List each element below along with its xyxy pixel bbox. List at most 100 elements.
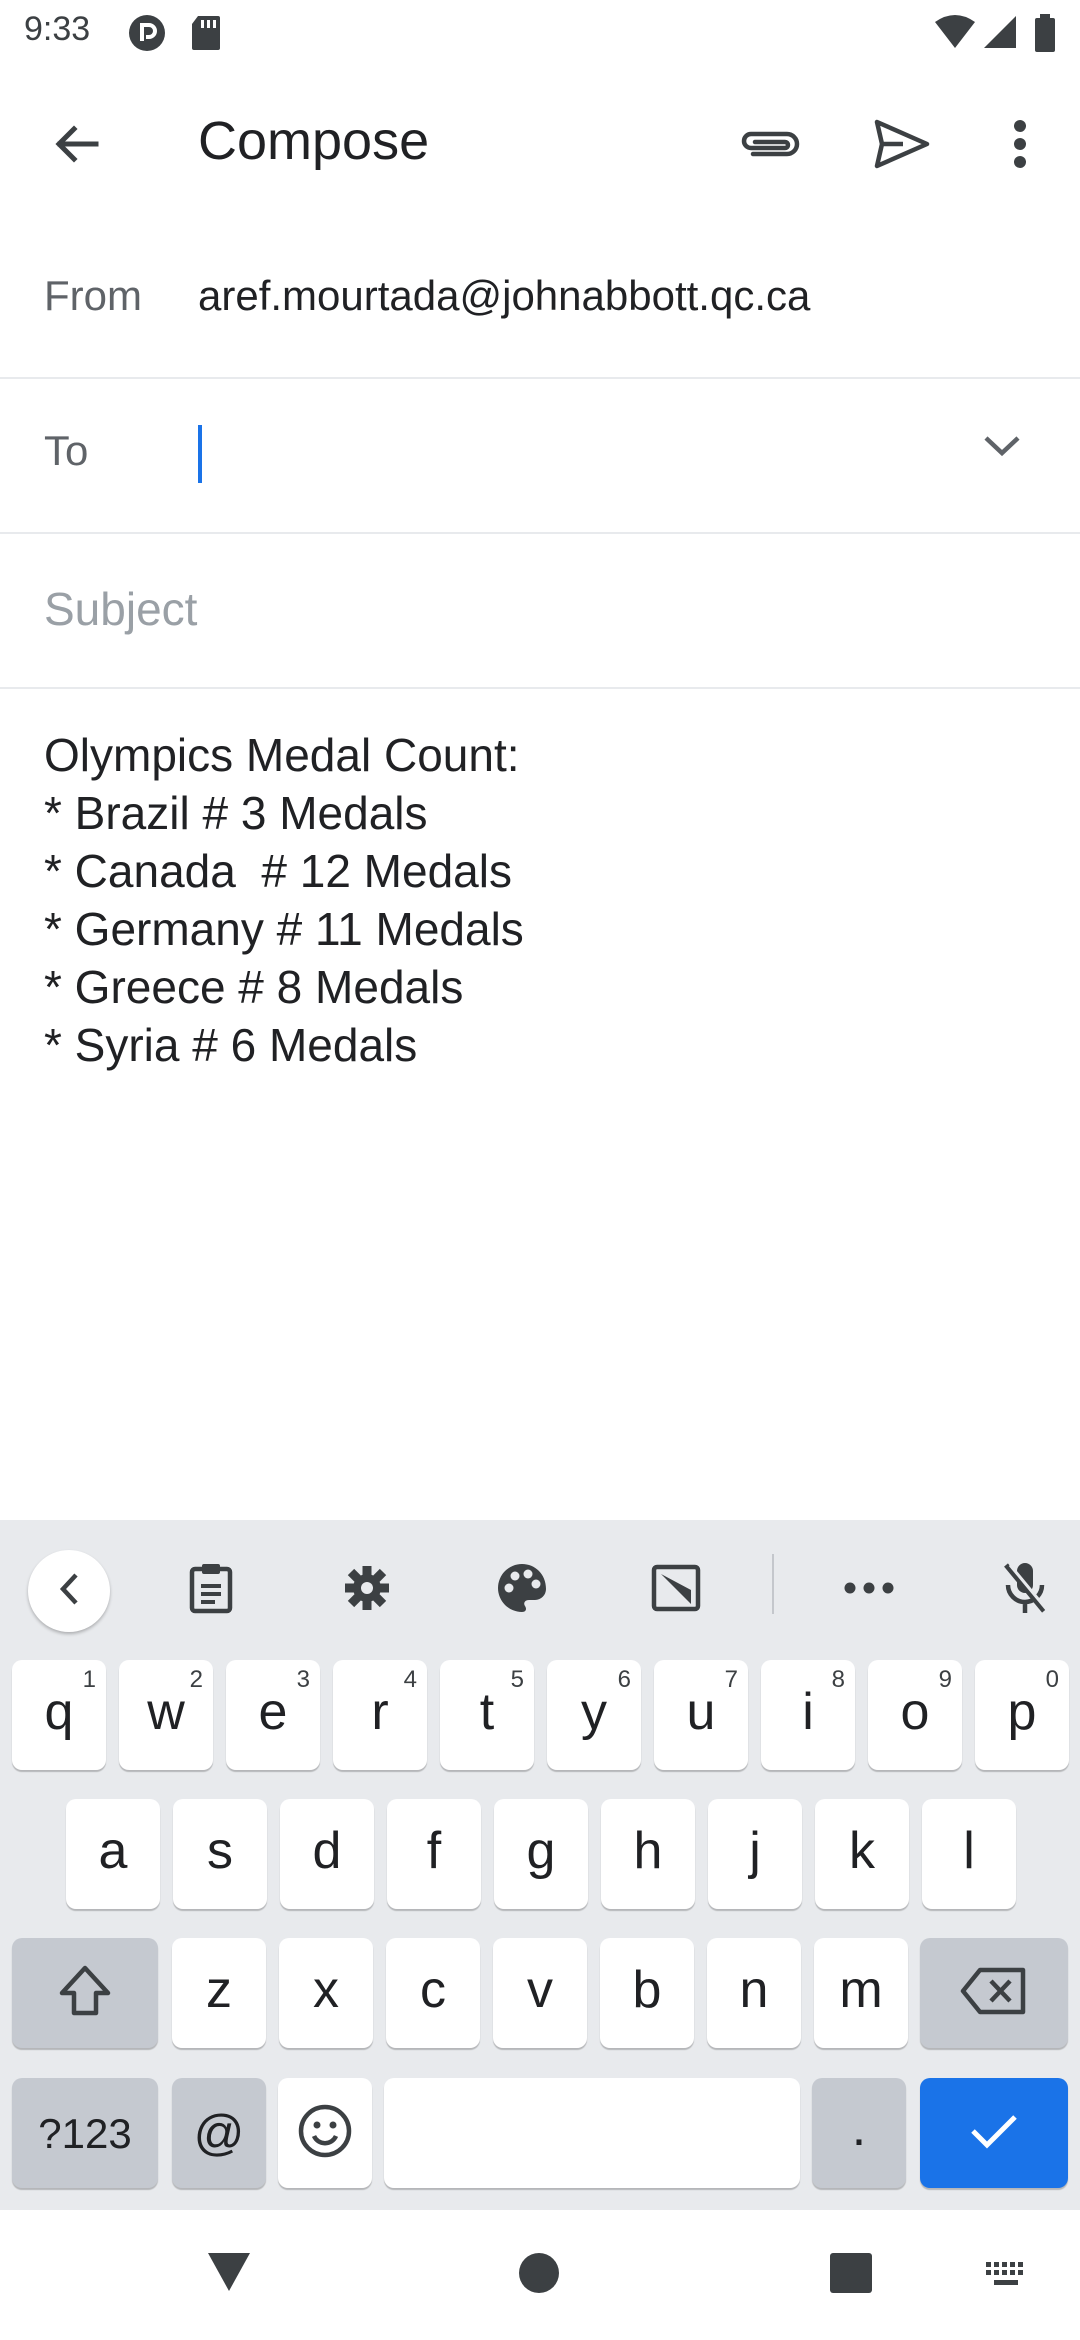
key-v[interactable]: v [493, 1938, 587, 2048]
at-key-label: @ [193, 2105, 245, 2161]
message-body[interactable]: Olympics Medal Count: * Brazil # 3 Medal… [44, 726, 1044, 1074]
key-label: c [420, 1961, 446, 2019]
key-label: d [312, 1822, 342, 1880]
key-o[interactable]: o9 [868, 1660, 962, 1770]
key-p[interactable]: p0 [975, 1660, 1069, 1770]
key-label: n [739, 1961, 769, 2019]
more-options-button[interactable] [974, 100, 1066, 192]
status-time: 9:33 [24, 10, 91, 48]
page-title: Compose [198, 111, 430, 171]
key-k[interactable]: k [815, 1799, 909, 1909]
key-r[interactable]: r4 [333, 1660, 427, 1770]
key-c[interactable]: c [386, 1938, 480, 2048]
subject-row[interactable]: Subject [0, 532, 1080, 689]
key-u[interactable]: u7 [654, 1660, 748, 1770]
key-x[interactable]: x [279, 1938, 373, 2048]
key-label: g [526, 1822, 556, 1880]
paperclip-icon [739, 124, 801, 169]
key-a[interactable]: a [66, 1799, 160, 1909]
compose-toolbar: Compose [0, 66, 1080, 222]
key-d[interactable]: d [280, 1799, 374, 1909]
attach-button[interactable] [724, 100, 816, 192]
floating-keyboard-button[interactable] [634, 1548, 718, 1632]
key-label: z [206, 1961, 232, 2019]
to-row[interactable]: To [0, 377, 1080, 534]
theme-button[interactable] [480, 1548, 564, 1632]
back-triangle-icon [206, 2249, 252, 2298]
done-key[interactable] [920, 2078, 1068, 2188]
home-circle-icon [518, 2252, 560, 2299]
key-hint: 9 [938, 1666, 952, 1693]
key-hint: 8 [831, 1666, 845, 1693]
settings-icon [342, 1563, 392, 1618]
key-y[interactable]: y6 [547, 1660, 641, 1770]
key-z[interactable]: z [172, 1938, 266, 2048]
shift-key[interactable] [12, 1938, 158, 2048]
chevron-down-icon[interactable] [982, 433, 1022, 464]
key-f[interactable]: f [387, 1799, 481, 1909]
chevron-left-icon [57, 1571, 81, 1612]
mic-off-icon [1002, 1561, 1050, 1620]
keyboard-settings-button[interactable] [325, 1548, 409, 1632]
key-hint: 7 [724, 1666, 738, 1693]
nav-recents-button[interactable] [826, 2250, 876, 2300]
subject-input[interactable]: Subject [44, 582, 197, 636]
more-tools-button[interactable] [827, 1548, 911, 1632]
period-key[interactable]: . [812, 2078, 906, 2188]
nav-home-button[interactable] [514, 2250, 564, 2300]
keyboard: q1w2e3r4t5y6u7i8o9p0 a s d f g h j k l z x c v b n m ?… [0, 1520, 1080, 2210]
from-address[interactable]: aref.mourtada@johnabbott.qc.ca [198, 272, 810, 320]
shift-icon [57, 1963, 113, 2024]
arrow-back-icon [50, 118, 102, 175]
back-button[interactable] [30, 100, 122, 192]
key-label: x [313, 1961, 339, 2019]
battery-icon [1034, 14, 1056, 57]
from-row[interactable]: From aref.mourtada@johnabbott.qc.ca [0, 222, 1080, 379]
more-horiz-icon [844, 1581, 894, 1599]
space-key[interactable] [384, 2078, 800, 2188]
more-vert-icon [1013, 119, 1027, 174]
key-e[interactable]: e3 [226, 1660, 320, 1770]
pocket-casts-icon [128, 14, 166, 57]
key-m[interactable]: m [814, 1938, 908, 2048]
key-w[interactable]: w2 [119, 1660, 213, 1770]
wifi-icon [934, 14, 976, 55]
key-h[interactable]: h [601, 1799, 695, 1909]
symbols-key[interactable]: ?123 [12, 2078, 158, 2188]
voice-input-button[interactable] [983, 1548, 1067, 1632]
keyboard-switch-button[interactable] [982, 2260, 1032, 2294]
key-n[interactable]: n [707, 1938, 801, 2048]
key-label: s [207, 1822, 233, 1880]
clipboard-button[interactable] [169, 1548, 253, 1632]
key-t[interactable]: t5 [440, 1660, 534, 1770]
recents-square-icon [829, 2252, 873, 2299]
send-icon [873, 118, 931, 175]
emoji-icon [297, 2103, 353, 2164]
key-hint: 5 [510, 1666, 524, 1693]
key-label: j [749, 1822, 761, 1880]
nav-back-button[interactable] [204, 2248, 254, 2298]
key-label: v [527, 1961, 553, 2019]
key-hint: 0 [1045, 1666, 1059, 1693]
key-hint: 4 [403, 1666, 417, 1693]
key-b[interactable]: b [600, 1938, 694, 2048]
key-g[interactable]: g [494, 1799, 588, 1909]
signal-icon [982, 14, 1018, 55]
text-cursor [198, 425, 202, 483]
keyboard-toolbar-back-button[interactable] [28, 1550, 110, 1632]
send-button[interactable] [856, 100, 948, 192]
at-key[interactable]: @ [172, 2078, 266, 2188]
emoji-key[interactable] [278, 2078, 372, 2188]
key-i[interactable]: i8 [761, 1660, 855, 1770]
key-q[interactable]: q1 [12, 1660, 106, 1770]
key-l[interactable]: l [922, 1799, 1016, 1909]
backspace-key[interactable] [920, 1938, 1068, 2048]
key-label: b [632, 1961, 662, 2019]
key-label: f [426, 1822, 442, 1880]
key-s[interactable]: s [173, 1799, 267, 1909]
status-bar: 9:33 [0, 0, 1080, 66]
key-hint: 6 [617, 1666, 631, 1693]
symbols-key-label: ?123 [38, 2110, 132, 2157]
key-j[interactable]: j [708, 1799, 802, 1909]
key-label: a [98, 1822, 128, 1880]
